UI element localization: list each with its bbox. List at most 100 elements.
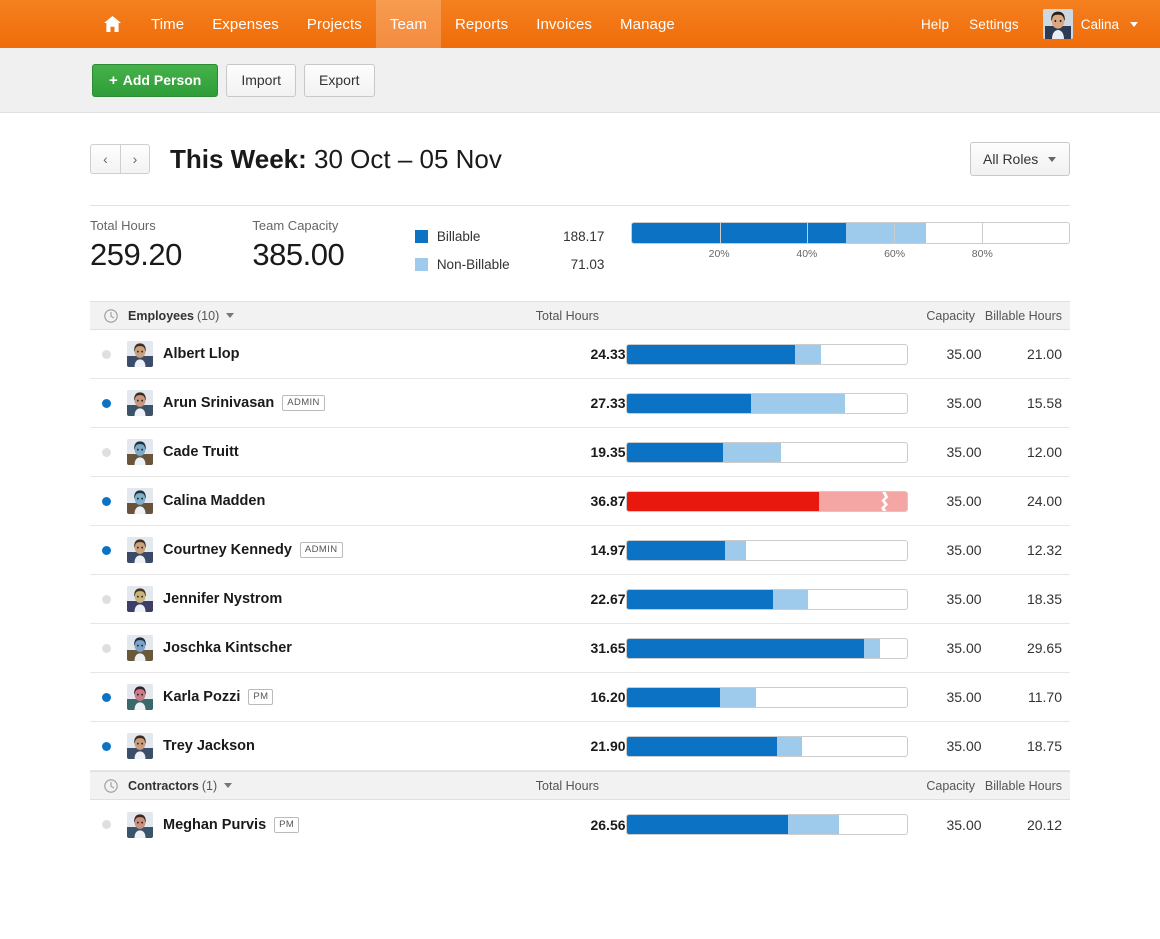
nav-item-settings[interactable]: Settings xyxy=(959,17,1029,32)
table-row[interactable]: Calina Madden36.8735.0024.00 xyxy=(90,477,1070,526)
row-bar-segment-billable xyxy=(627,443,723,462)
cell-total-hours: 31.65 xyxy=(505,640,625,656)
plus-icon: + xyxy=(109,72,118,89)
legend-value-nonbillable: 71.03 xyxy=(571,257,605,272)
next-period-button[interactable]: › xyxy=(120,144,150,174)
table-row[interactable]: Meghan PurvisPM26.5635.0020.12 xyxy=(90,800,1070,849)
row-capacity-bar xyxy=(626,736,908,757)
table-row[interactable]: Joschka Kintscher31.6535.0029.65 xyxy=(90,624,1070,673)
person-name: Jennifer Nystrom xyxy=(163,591,282,607)
row-bar-segment-nonbillable xyxy=(725,541,746,560)
period-header: ‹ › This Week: 30 Oct – 05 Nov All Roles xyxy=(90,113,1070,205)
person-name: Arun Srinivasan xyxy=(163,395,274,411)
cell-capacity: 35.00 xyxy=(908,591,982,607)
status-indicator-dot xyxy=(102,350,111,359)
status-indicator-dot xyxy=(102,644,111,653)
person-name: Karla Pozzi xyxy=(163,689,240,705)
total-hours-label: Total Hours xyxy=(90,218,252,233)
table-row[interactable]: Courtney KennedyADMIN14.9735.0012.32 xyxy=(90,526,1070,575)
row-capacity-bar xyxy=(626,393,908,414)
prev-period-button[interactable]: ‹ xyxy=(90,144,120,174)
role-badge: PM xyxy=(248,689,273,705)
person-cell: Joschka Kintscher xyxy=(127,635,505,661)
top-navigation-bar: Time Expenses Projects Team Reports Invo… xyxy=(0,0,1160,48)
nav-item-help[interactable]: Help xyxy=(911,17,959,32)
status-indicator-dot xyxy=(102,742,111,751)
group-header-employees[interactable]: Employees(10)Total HoursCapacityBillable… xyxy=(90,301,1070,330)
role-badge: ADMIN xyxy=(282,395,325,411)
row-bar-segment-billable xyxy=(627,492,819,511)
cell-capacity: 35.00 xyxy=(908,542,982,558)
avatar xyxy=(127,684,153,710)
action-toolbar: + Add Person Import Export xyxy=(0,48,1160,113)
row-bar-segment-nonbillable xyxy=(723,443,782,462)
secondary-nav: Help Settings Calina xyxy=(911,0,1160,48)
team-capacity-label: Team Capacity xyxy=(252,218,414,233)
summary-panel: Total Hours 259.20 Team Capacity 385.00 … xyxy=(90,206,1070,301)
legend-value-billable: 188.17 xyxy=(563,229,604,244)
role-badge: PM xyxy=(274,817,299,833)
chevron-down-icon xyxy=(1130,22,1138,27)
cell-total-hours: 24.33 xyxy=(505,346,625,362)
nav-item-time[interactable]: Time xyxy=(137,0,198,48)
team-capacity-value: 385.00 xyxy=(252,237,414,273)
table-row[interactable]: Albert Llop24.3335.0021.00 xyxy=(90,330,1070,379)
export-button[interactable]: Export xyxy=(304,64,374,97)
avatar xyxy=(127,439,153,465)
column-header-total-hours: Total Hours xyxy=(469,779,599,793)
nav-item-manage[interactable]: Manage xyxy=(606,0,689,48)
capacity-tick-label: 40% xyxy=(796,248,817,260)
person-cell: Albert Llop xyxy=(127,341,505,367)
table-row[interactable]: Cade Truitt19.3535.0012.00 xyxy=(90,428,1070,477)
chevron-down-icon[interactable] xyxy=(224,783,232,788)
column-header-capacity: Capacity xyxy=(895,309,975,323)
table-row[interactable]: Arun SrinivasanADMIN27.3335.0015.58 xyxy=(90,379,1070,428)
legend-swatch-nonbillable xyxy=(415,258,428,271)
cell-capacity-bar xyxy=(626,814,908,835)
avatar xyxy=(127,586,153,612)
cell-billable-hours: 18.75 xyxy=(982,738,1070,754)
row-bar-segment-nonbillable xyxy=(788,815,840,834)
cell-billable-hours: 18.35 xyxy=(982,591,1070,607)
nav-item-reports[interactable]: Reports xyxy=(441,0,522,48)
page-content: ‹ › This Week: 30 Oct – 05 Nov All Roles… xyxy=(0,113,1160,849)
nav-item-invoices[interactable]: Invoices xyxy=(522,0,606,48)
row-bar-segment-nonbillable xyxy=(773,590,807,609)
cell-billable-hours: 15.58 xyxy=(982,395,1070,411)
group-header-contractors[interactable]: Contractors(1)Total HoursCapacityBillabl… xyxy=(90,771,1070,800)
chevron-down-icon[interactable] xyxy=(226,313,234,318)
cell-capacity-bar xyxy=(626,589,908,610)
roles-filter-select[interactable]: All Roles xyxy=(970,142,1070,176)
clock-icon xyxy=(104,309,118,323)
capacity-tick-line xyxy=(720,223,721,243)
avatar xyxy=(127,341,153,367)
person-cell: Jennifer Nystrom xyxy=(127,586,505,612)
team-capacity-stat: Team Capacity 385.00 xyxy=(252,218,414,273)
row-bar-segment-billable xyxy=(627,737,777,756)
table-row[interactable]: Trey Jackson21.9035.0018.75 xyxy=(90,722,1070,771)
cell-billable-hours: 24.00 xyxy=(982,493,1070,509)
legend-item-nonbillable: Non-Billable 71.03 xyxy=(415,250,605,278)
nav-item-team[interactable]: Team xyxy=(376,0,441,48)
table-row[interactable]: Karla PozziPM16.2035.0011.70 xyxy=(90,673,1070,722)
team-table: Employees(10)Total HoursCapacityBillable… xyxy=(90,301,1070,849)
capacity-tick-line xyxy=(894,223,895,243)
add-person-button[interactable]: + Add Person xyxy=(92,64,218,97)
cell-billable-hours: 29.65 xyxy=(982,640,1070,656)
row-capacity-bar xyxy=(626,814,908,835)
role-badge: ADMIN xyxy=(300,542,343,558)
cell-total-hours: 19.35 xyxy=(505,444,625,460)
user-menu[interactable]: Calina xyxy=(1029,9,1138,39)
home-link[interactable] xyxy=(88,0,137,48)
cell-total-hours: 27.33 xyxy=(505,395,625,411)
table-row[interactable]: Jennifer Nystrom22.6735.0018.35 xyxy=(90,575,1070,624)
status-indicator-dot xyxy=(102,546,111,555)
import-button[interactable]: Import xyxy=(226,64,296,97)
nav-item-expenses[interactable]: Expenses xyxy=(198,0,293,48)
cell-billable-hours: 12.32 xyxy=(982,542,1070,558)
row-bar-segment-billable xyxy=(627,345,795,364)
column-header-capacity: Capacity xyxy=(895,779,975,793)
nav-item-projects[interactable]: Projects xyxy=(293,0,376,48)
row-capacity-bar xyxy=(626,638,908,659)
capacity-tick-label: 20% xyxy=(709,248,730,260)
